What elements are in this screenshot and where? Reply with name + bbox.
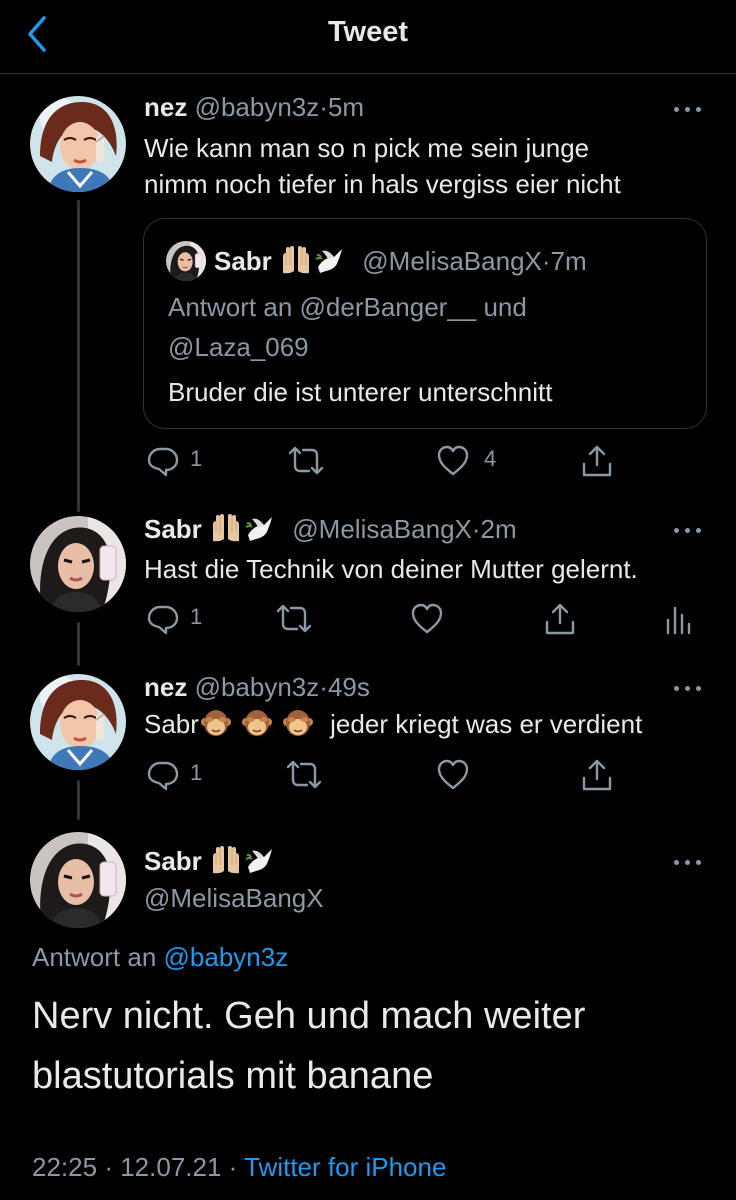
see-no-evil-monkey-emoji-icon (200, 708, 232, 738)
page-title: Tweet (327, 16, 409, 48)
more-options-icon[interactable] (674, 104, 704, 114)
display-name: Sabr (214, 246, 272, 276)
share-button[interactable] (580, 444, 614, 478)
main-tweet-text-line: blastutorials mit banane (32, 1055, 434, 1097)
raised-hands-emoji-icon (280, 245, 312, 275)
retweet-button[interactable] (284, 758, 324, 792)
post-date: 12.07.21 (120, 1152, 222, 1182)
reply-button[interactable]: 1 (146, 444, 216, 478)
tweet-text: Hast die Technik von deiner Mutter geler… (144, 554, 638, 584)
avatar[interactable] (30, 96, 126, 192)
tweet-text-line: Wie kann man so n pick me sein junge (144, 133, 590, 163)
raised-hands-emoji-icon (210, 513, 242, 543)
top-bar: Tweet (0, 0, 736, 74)
main-author-name: Sabr (144, 844, 277, 878)
tweet-header: nez @babyn3z·49s (144, 670, 370, 704)
tweet-text-line: nimm noch tiefer in hals vergiss eier ni… (144, 169, 621, 199)
tweet-text: Sabr jeder kriegt was er verdient (144, 707, 642, 741)
see-no-evil-monkey-emoji-icon (241, 708, 273, 738)
timestamp[interactable]: 2m (481, 514, 517, 544)
share-button[interactable] (543, 602, 577, 636)
reply-context: Antwort an @derBanger__ und (168, 292, 527, 322)
like-button[interactable]: 4 (436, 444, 506, 478)
retweet-icon (274, 602, 314, 636)
reply-context: @Laza_069 (168, 332, 309, 362)
reply-icon (146, 758, 180, 792)
tweet-text-body: jeder kriegt was er verdient (330, 709, 643, 739)
analytics-icon (660, 602, 694, 636)
like-button[interactable] (410, 602, 444, 636)
separator: · (319, 672, 328, 702)
reply-button[interactable]: 1 (146, 602, 216, 636)
retweet-icon (286, 444, 326, 478)
handle[interactable]: @MelisaBangX (144, 881, 324, 915)
separator: · (319, 92, 328, 122)
quote-text: Bruder die ist unterer unterschnitt (168, 377, 553, 407)
dove-emoji-icon (244, 513, 276, 543)
mention-text: Sabr (144, 709, 199, 739)
separator: · (471, 514, 481, 544)
separator: · (228, 1152, 238, 1182)
retweet-button[interactable] (274, 602, 314, 636)
more-options-icon[interactable] (674, 857, 704, 867)
source-link[interactable]: Twitter for iPhone (244, 1152, 446, 1182)
thread-line (77, 622, 80, 666)
heart-icon (436, 444, 470, 478)
share-icon (543, 602, 577, 636)
reply-count: 1 (190, 446, 203, 471)
handle[interactable]: @babyn3z (195, 672, 320, 702)
more-options-icon[interactable] (674, 683, 704, 693)
retweet-button[interactable] (286, 444, 326, 478)
reply-icon (146, 602, 180, 636)
tweet-header: Sabr @MelisaBangX·2m (144, 512, 517, 546)
avatar[interactable] (30, 674, 126, 770)
handle[interactable]: @MelisaBangX (292, 514, 472, 544)
tweet-header: nez @babyn3z·5m (144, 90, 364, 124)
avatar (166, 241, 206, 281)
share-button[interactable] (580, 758, 614, 792)
like-button[interactable] (436, 758, 470, 792)
display-name[interactable]: Sabr (144, 846, 202, 876)
quote-header: Sabr @MelisaBangX·7m (214, 244, 587, 278)
heart-icon (436, 758, 470, 792)
share-icon (580, 444, 614, 478)
post-time: 22:25 (32, 1152, 98, 1182)
timestamp[interactable]: 49s (328, 672, 370, 702)
analytics-button[interactable] (660, 602, 694, 636)
display-name[interactable]: nez (144, 672, 187, 702)
avatar[interactable] (30, 832, 126, 928)
reply-to-link[interactable]: @babyn3z (164, 942, 289, 972)
heart-icon (410, 602, 444, 636)
raised-hands-emoji-icon (210, 845, 242, 875)
dove-emoji-icon (244, 845, 276, 875)
retweet-icon (284, 758, 324, 792)
reply-icon (146, 444, 180, 478)
separator: · (104, 1152, 113, 1182)
reply-count: 1 (190, 604, 203, 629)
share-icon (580, 758, 614, 792)
dove-emoji-icon (314, 245, 346, 275)
thread-line (77, 780, 80, 820)
thread-line (77, 200, 80, 512)
timestamp: 7m (550, 246, 587, 276)
see-no-evil-monkey-emoji-icon (282, 708, 314, 738)
handle[interactable]: @babyn3z (195, 92, 320, 122)
main-tweet-text-line: Nerv nicht. Geh und mach weiter (32, 995, 586, 1037)
reply-count: 1 (190, 760, 203, 785)
reply-button[interactable]: 1 (146, 758, 216, 792)
more-options-icon[interactable] (674, 525, 704, 535)
avatar[interactable] (30, 516, 126, 612)
handle: @MelisaBangX (362, 246, 542, 276)
tweet-meta: 22:25 · 12.07.21 · Twitter for iPhone (32, 1150, 446, 1184)
timestamp[interactable]: 5m (328, 92, 364, 122)
separator: · (541, 246, 551, 276)
reply-label: Antwort an (32, 942, 157, 972)
reply-context: Antwort an @babyn3z (32, 940, 288, 974)
display-name[interactable]: nez (144, 92, 187, 122)
display-name[interactable]: Sabr (144, 514, 202, 544)
like-count: 4 (484, 446, 497, 471)
